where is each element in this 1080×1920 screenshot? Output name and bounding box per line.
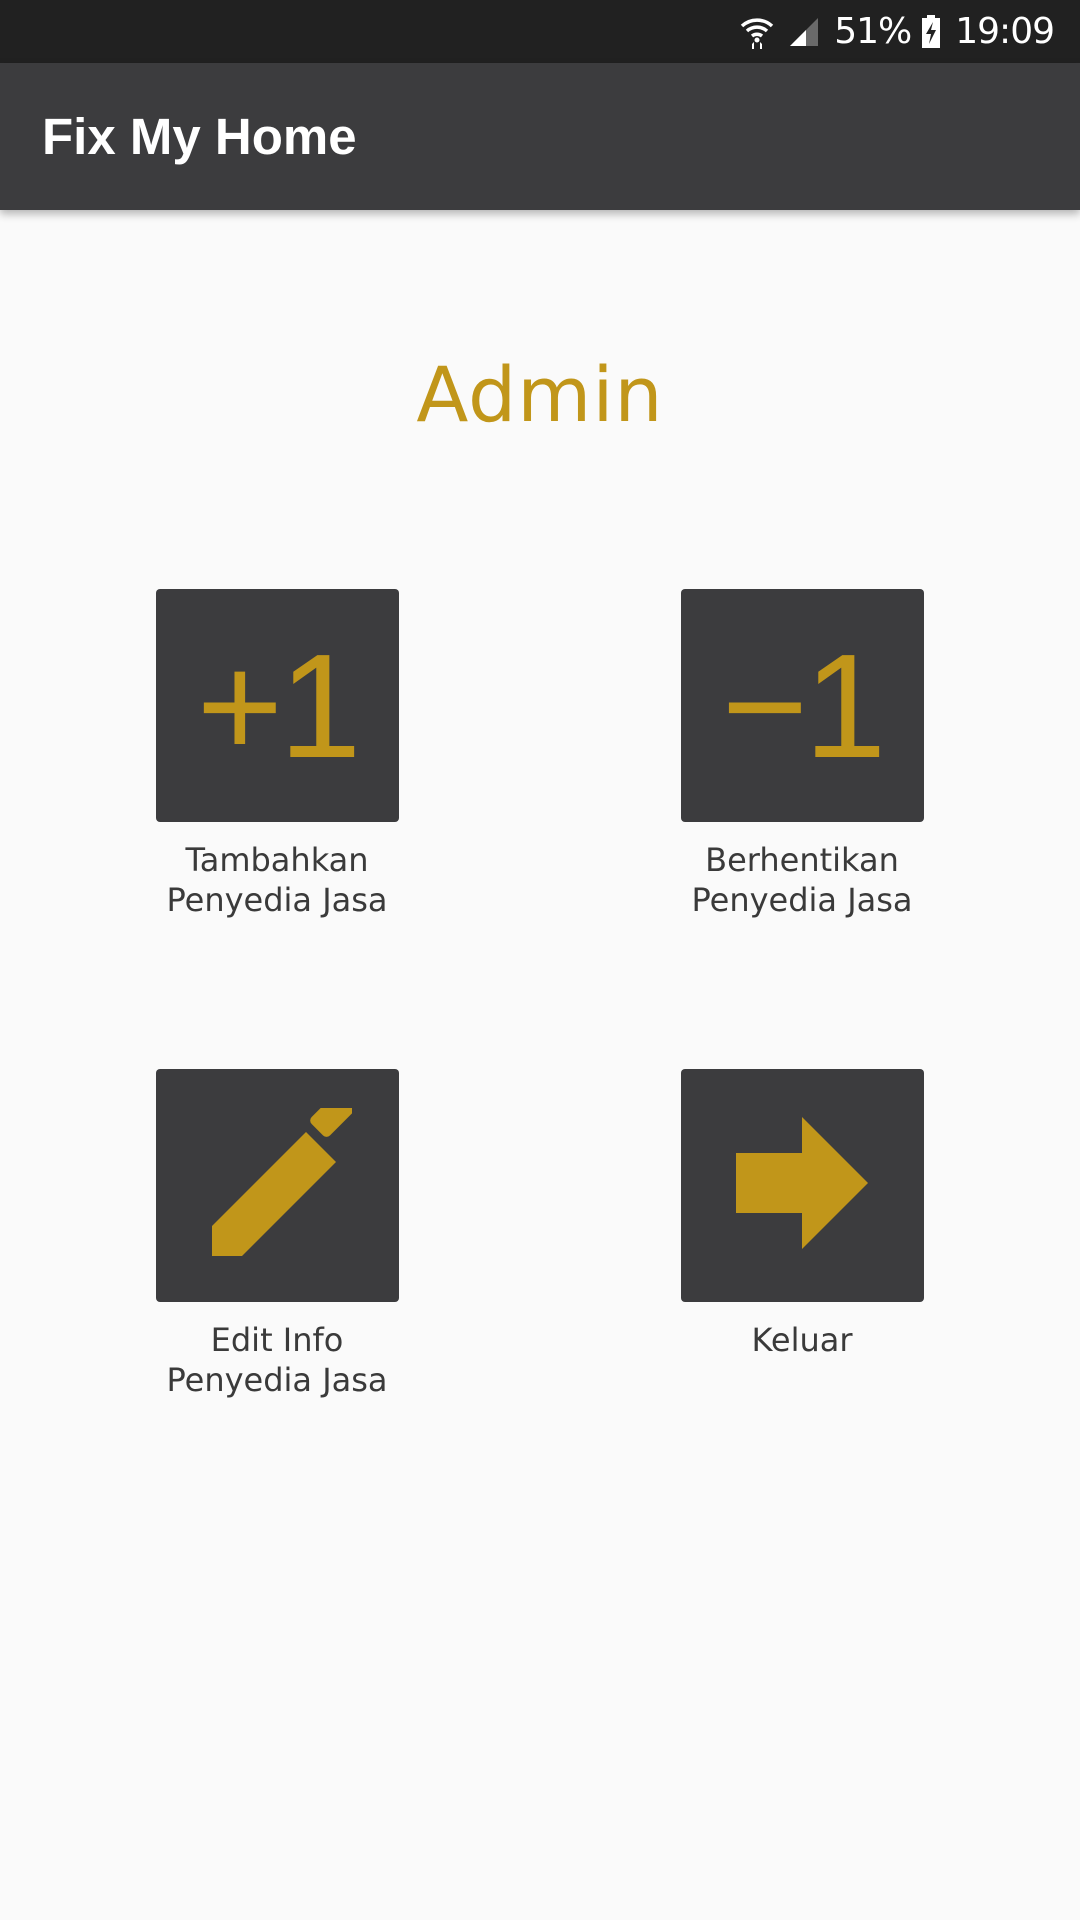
edit-provider-tile[interactable]	[155, 1069, 399, 1302]
add-provider-tile[interactable]: +1	[155, 589, 399, 822]
wifi-icon	[740, 14, 774, 50]
label-line: Penyedia Jasa	[691, 881, 913, 919]
cell-signal-icon	[788, 16, 820, 48]
app-bar: Fix My Home	[0, 63, 1080, 210]
logout-button[interactable]: Keluar	[602, 1069, 1002, 1360]
battery-charging-icon	[921, 14, 941, 49]
label-line: Penyedia Jasa	[166, 881, 388, 919]
stop-provider-button[interactable]: −1 Berhentikan Penyedia Jasa	[602, 589, 1002, 920]
arrow-right-icon	[736, 1117, 868, 1254]
edit-provider-label: Edit Info Penyedia Jasa	[166, 1320, 387, 1400]
add-provider-label: Tambahkan Penyedia Jasa	[166, 840, 387, 920]
edit-provider-button[interactable]: Edit Info Penyedia Jasa	[77, 1069, 477, 1400]
stop-provider-label: Berhentikan Penyedia Jasa	[691, 840, 912, 920]
add-provider-button[interactable]: +1 Tambahkan Penyedia Jasa	[77, 589, 477, 920]
minus-one-icon: −1	[721, 623, 887, 789]
logout-label: Keluar	[751, 1320, 852, 1360]
logout-tile[interactable]	[680, 1069, 924, 1302]
plus-one-icon: +1	[196, 623, 362, 789]
clock: 19:09	[955, 11, 1055, 52]
label-line: Penyedia Jasa	[166, 1361, 388, 1399]
stop-provider-tile[interactable]: −1	[680, 589, 924, 822]
battery-percent: 51%	[834, 11, 912, 52]
label-line: Keluar	[751, 1321, 853, 1359]
app-title: Fix My Home	[42, 108, 357, 165]
label-line: Berhentikan	[705, 841, 899, 879]
pencil-icon	[202, 1092, 355, 1263]
label-line: Edit Info	[210, 1321, 344, 1359]
status-bar: 51% 19:09	[0, 0, 1080, 63]
page-title: Admin	[416, 350, 664, 439]
label-line: Tambahkan	[185, 841, 369, 879]
